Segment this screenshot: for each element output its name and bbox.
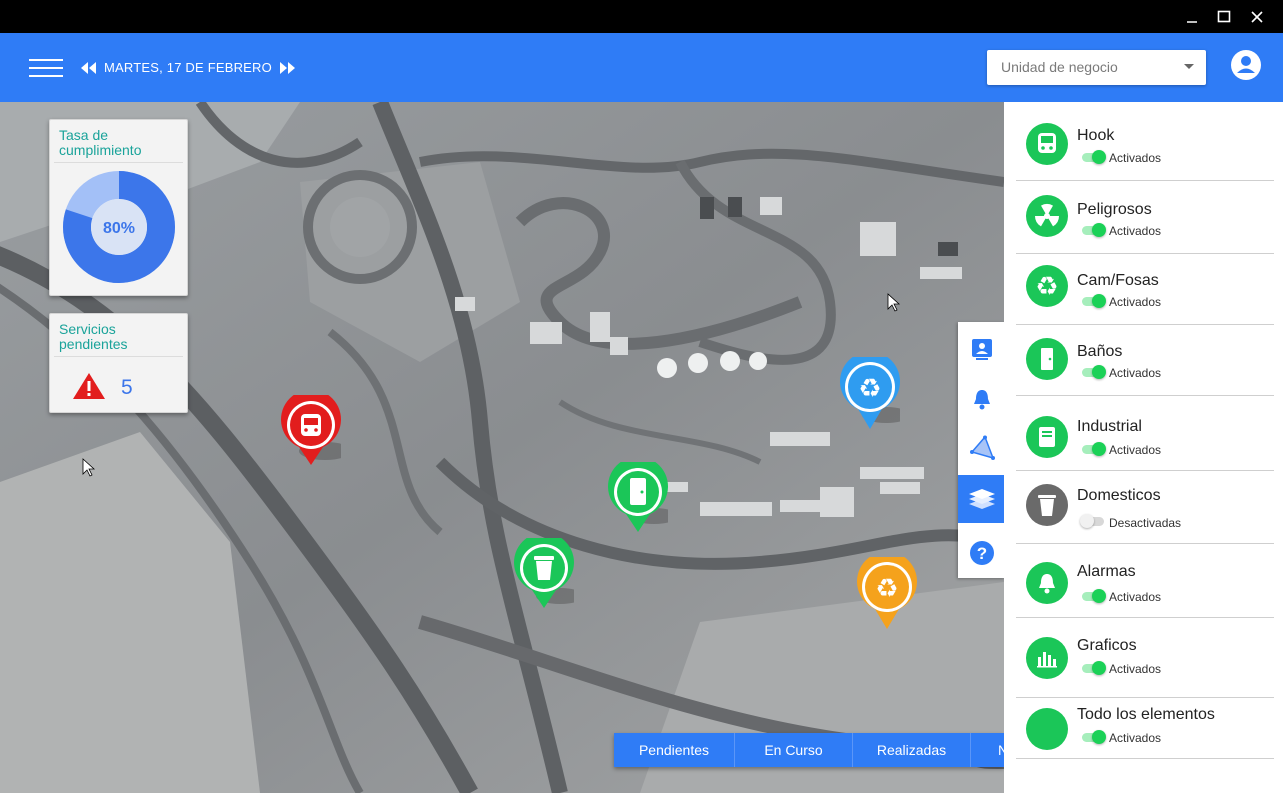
layer-toggle[interactable]	[1080, 589, 1106, 603]
layer-status: Activados	[1109, 662, 1162, 676]
polygon-icon[interactable]	[958, 424, 1005, 472]
layer-toggle[interactable]	[1080, 150, 1106, 164]
bar-chart-icon	[1026, 637, 1068, 679]
layer-item-graficos[interactable]: Graficos Activados	[1016, 618, 1274, 698]
menu-icon[interactable]	[29, 57, 63, 79]
layer-status: Activados	[1109, 295, 1162, 309]
contact-card-icon[interactable]	[958, 325, 1005, 373]
layer-toggle[interactable]	[1080, 294, 1106, 308]
compliance-rate-card: Tasa de cumplimiento 80%	[49, 119, 188, 296]
compliance-rate-title: Tasa de cumplimiento	[54, 120, 183, 163]
layer-status: Activados	[1109, 366, 1162, 380]
date-navigator: MARTES, 17 DE FEBRERO	[80, 60, 296, 75]
chevron-down-icon	[1184, 64, 1194, 69]
layer-status: Activados	[1109, 731, 1162, 745]
business-unit-select[interactable]: Unidad de negocio	[987, 50, 1206, 85]
layer-name: Baños	[1077, 343, 1123, 360]
layer-toggle[interactable]	[1080, 661, 1106, 675]
window-titlebar	[0, 0, 1283, 33]
minimize-icon[interactable]	[1175, 0, 1209, 33]
domesticos-marker[interactable]	[512, 532, 584, 612]
industrial-bin-icon	[1026, 416, 1068, 458]
trash-icon	[1026, 484, 1068, 526]
pending-services-count: 5	[121, 376, 133, 399]
pending-services-card: Servicios pendientes 5	[49, 313, 188, 413]
recycle-icon: ♻	[1026, 265, 1068, 307]
bell-icon	[1026, 562, 1068, 604]
tab-n[interactable]: N	[971, 733, 1004, 767]
previous-date-icon[interactable]	[80, 61, 98, 74]
compliance-percent-label: 80%	[103, 220, 135, 237]
recycle-icon: ♻	[858, 374, 881, 404]
layer-item-banos[interactable]: Baños Activados	[1016, 325, 1274, 396]
layer-item-alarmas[interactable]: Alarmas Activados	[1016, 544, 1274, 618]
layer-name: Peligrosos	[1077, 201, 1152, 218]
layer-toggle[interactable]	[1080, 223, 1106, 237]
map-tools-bar: ?	[958, 322, 1005, 578]
maximize-icon[interactable]	[1207, 0, 1241, 33]
layer-item-todo[interactable]: Todo los elementos Activados	[1016, 698, 1274, 759]
warning-icon	[73, 373, 105, 399]
layer-toggle[interactable]	[1080, 730, 1106, 744]
layer-name: Graficos	[1077, 637, 1137, 654]
tab-realizadas[interactable]: Realizadas	[853, 733, 971, 767]
layer-item-peligrosos[interactable]: Peligrosos Activados	[1016, 181, 1274, 254]
close-icon[interactable]	[1240, 0, 1274, 33]
banos-marker[interactable]	[606, 456, 678, 536]
layer-item-industrial[interactable]: Industrial Activados	[1016, 396, 1274, 471]
layer-name: Cam/Fosas	[1077, 272, 1159, 289]
cam-fosas-marker-blue[interactable]: ♻	[838, 351, 910, 431]
tab-pendientes[interactable]: Pendientes	[614, 733, 735, 767]
pending-services-title: Servicios pendientes	[54, 314, 183, 357]
layer-status: Activados	[1109, 590, 1162, 604]
next-date-icon[interactable]	[278, 61, 296, 74]
svg-text:♻: ♻	[1035, 272, 1058, 301]
layer-status: Activados	[1109, 151, 1162, 165]
toilet-door-icon	[630, 478, 646, 505]
layer-name: Domesticos	[1077, 487, 1161, 504]
radiation-icon	[1026, 195, 1068, 237]
layer-name: Todo los elementos	[1077, 706, 1215, 723]
layer-item-domesticos[interactable]: Domesticos Desactivadas	[1016, 471, 1274, 544]
help-icon[interactable]: ?	[958, 529, 1005, 577]
layer-toggle[interactable]	[1080, 365, 1106, 379]
layers-panel: Hook Activados Peligrosos Activados ♻ Ca…	[1004, 102, 1283, 793]
layer-item-cam-fosas[interactable]: ♻ Cam/Fosas Activados	[1016, 254, 1274, 325]
tab-en-curso[interactable]: En Curso	[735, 733, 853, 767]
app-header: MARTES, 17 DE FEBRERO Unidad de negocio	[0, 33, 1283, 102]
cam-fosas-marker-orange[interactable]: ♻	[855, 551, 917, 631]
layer-name: Alarmas	[1077, 563, 1136, 580]
current-date: MARTES, 17 DE FEBRERO	[104, 60, 272, 75]
layer-toggle[interactable]	[1080, 442, 1106, 456]
layers-icon[interactable]	[958, 475, 1005, 523]
compliance-donut-chart: 80%	[63, 171, 175, 283]
circle-icon	[1026, 708, 1068, 750]
bus-icon	[1026, 123, 1068, 165]
layer-status: Activados	[1109, 443, 1162, 457]
user-avatar-icon[interactable]	[1231, 50, 1261, 80]
bell-icon[interactable]	[958, 375, 1005, 423]
hook-marker[interactable]	[279, 389, 351, 469]
svg-text:?: ?	[976, 544, 986, 563]
layer-status: Desactivadas	[1109, 516, 1182, 530]
satellite-map[interactable]: Tasa de cumplimiento 80% Servicios pendi…	[0, 102, 1004, 793]
status-tabs: Pendientes En Curso Realizadas N	[614, 733, 1004, 767]
recycle-icon: ♻	[875, 574, 898, 604]
layer-toggle[interactable]	[1080, 514, 1106, 528]
layer-status: Activados	[1109, 224, 1162, 238]
layer-item-hook[interactable]: Hook Activados	[1016, 110, 1274, 181]
business-unit-placeholder: Unidad de negocio	[1001, 59, 1118, 75]
layer-name: Industrial	[1077, 418, 1142, 435]
layer-name: Hook	[1077, 127, 1115, 144]
door-icon	[1026, 338, 1068, 380]
